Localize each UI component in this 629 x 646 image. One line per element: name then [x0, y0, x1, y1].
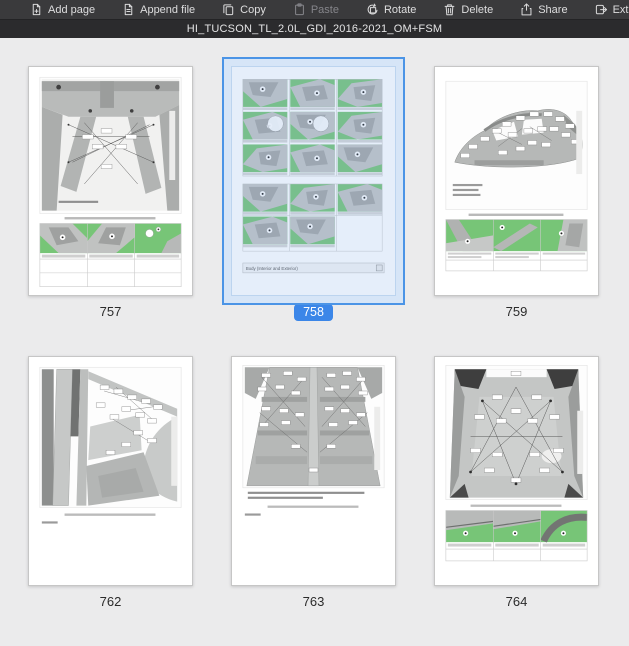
page-preview-764[interactable]	[434, 356, 599, 586]
page-757-content	[29, 67, 192, 295]
page-preview-763[interactable]	[231, 356, 396, 586]
append-file-button[interactable]: Append file	[122, 3, 195, 16]
page-number: 764	[506, 594, 528, 609]
page-763-content	[232, 357, 395, 585]
copy-icon	[222, 3, 235, 16]
add-page-icon	[30, 3, 43, 16]
copy-button[interactable]: Copy	[222, 3, 266, 16]
rotate-button[interactable]: Rotate	[366, 3, 416, 16]
rotate-label: Rotate	[384, 4, 416, 16]
page-number: 759	[506, 304, 528, 319]
page-preview-757[interactable]	[28, 66, 193, 296]
page-thumbnail-763[interactable]: 763	[231, 356, 396, 612]
extract-icon	[595, 3, 608, 16]
page-preview-758[interactable]: Body (Interior and Exterior)	[231, 66, 396, 296]
page-thumbnail-757[interactable]: 757	[28, 66, 193, 322]
page-thumbnail-762[interactable]: 762	[28, 356, 193, 612]
page-thumbnail-764[interactable]: 764	[434, 356, 599, 612]
extract-label: Extract	[613, 4, 629, 16]
paste-button[interactable]: Paste	[293, 3, 339, 16]
append-file-icon	[122, 3, 135, 16]
paste-icon	[293, 3, 306, 16]
page-number-row: 759	[434, 304, 599, 322]
page-number-row: 763	[231, 594, 396, 612]
page-number: 757	[100, 304, 122, 319]
document-titlebar: HI_TUCSON_TL_2.0L_GDI_2016-2021_OM+FSM	[0, 19, 629, 38]
share-icon	[520, 3, 533, 16]
add-page-label: Add page	[48, 4, 95, 16]
share-label: Share	[538, 4, 567, 16]
page-preview-762[interactable]	[28, 356, 193, 586]
page-762-content	[29, 357, 192, 585]
page-preview-759[interactable]	[434, 66, 599, 296]
page-758-footer-label: Body (Interior and Exterior)	[246, 266, 299, 271]
page-number-row: 762	[28, 594, 193, 612]
append-file-label: Append file	[140, 4, 195, 16]
copy-label: Copy	[240, 4, 266, 16]
page-thumbnail-759[interactable]: 759	[434, 66, 599, 322]
thumbnail-grid: 757	[0, 38, 629, 646]
paste-label: Paste	[311, 4, 339, 16]
toolbar: Add page Append file Copy Paste Rotate D…	[0, 0, 629, 19]
page-number: 762	[100, 594, 122, 609]
delete-label: Delete	[461, 4, 493, 16]
selected-page-number-badge: 758	[294, 304, 333, 321]
page-759-content	[435, 67, 598, 295]
page-758-content: Body (Interior and Exterior)	[232, 67, 395, 295]
page-thumbnail-758[interactable]: Body (Interior and Exterior) 758	[231, 66, 396, 322]
page-number-row: 758	[231, 304, 396, 322]
page-number-row: 764	[434, 594, 599, 612]
add-page-button[interactable]: Add page	[30, 3, 95, 16]
share-button[interactable]: Share	[520, 3, 567, 16]
delete-icon	[443, 3, 456, 16]
page-number: 763	[303, 594, 325, 609]
page-number-row: 757	[28, 304, 193, 322]
document-title: HI_TUCSON_TL_2.0L_GDI_2016-2021_OM+FSM	[187, 23, 443, 35]
rotate-icon	[366, 3, 379, 16]
delete-button[interactable]: Delete	[443, 3, 493, 16]
extract-button[interactable]: Extract	[595, 3, 629, 16]
page-764-content	[435, 357, 598, 585]
